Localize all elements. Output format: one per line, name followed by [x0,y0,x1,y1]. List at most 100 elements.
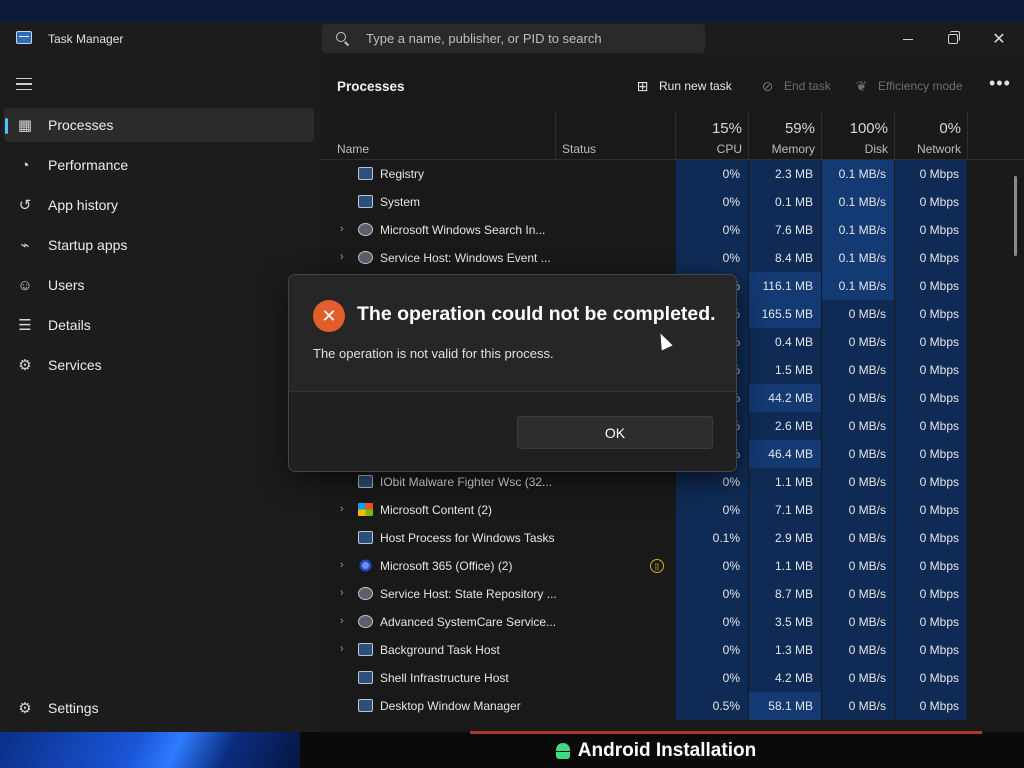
process-name: Microsoft Content (2) [380,503,493,517]
sidebar-item-processes[interactable]: ▦ Processes [4,108,314,142]
search-input[interactable] [366,24,696,53]
process-name: Registry [380,167,425,181]
expand-chevron-icon[interactable]: › [340,615,344,627]
column-disk[interactable]: Disk [822,142,888,156]
column-network[interactable]: Network [895,142,961,156]
expand-chevron-icon[interactable]: › [340,559,344,571]
process-icon [358,559,373,572]
end-task-label: End task [784,79,831,93]
desktop-wallpaper [0,732,300,768]
run-new-task-label: Run new task [659,79,732,93]
network-cell: 0 Mbps [895,524,967,552]
memory-cell: 3.5 MB [749,608,821,636]
memory-cell: 2.3 MB [749,160,821,188]
process-icon [358,195,373,208]
sidebar-item-label: Services [48,357,102,373]
sidebar-item-label: Performance [48,157,129,173]
startup-icon: ⌁ [20,237,30,254]
cpu-cell: 0% [676,188,748,216]
process-name: IObit Malware Fighter Wsc (32... [380,475,553,489]
table-header: Name Status 15% CPU 59% Memory 100% Disk… [320,112,1024,160]
table-row[interactable]: Shell Infrastructure Host 0% 4.2 MB 0 MB/s 0… [320,664,980,692]
table-row[interactable]: › Service Host: State Repository ... 0% 8.7… [320,580,980,608]
hamburger-menu-icon[interactable] [16,78,32,90]
sidebar-item-performance[interactable]: ◔ Performance [4,148,314,182]
network-cell: 0 Mbps [895,412,967,440]
disk-cell: 0 MB/s [822,356,894,384]
cpu-cell: 0.1% [676,524,748,552]
sidebar-item-label: Startup apps [48,237,128,253]
expand-chevron-icon[interactable]: › [340,223,344,235]
more-options-icon[interactable]: ••• [989,73,1011,94]
sidebar-item-startup-apps[interactable]: ⌁ Startup apps [4,228,314,262]
expand-chevron-icon[interactable]: › [340,503,344,515]
network-cell: 0 Mbps [895,468,967,496]
column-name[interactable]: Name [337,142,369,156]
table-row[interactable]: › Microsoft Windows Search In... 0% 7.6 MB 0… [320,216,980,244]
settings-icon: ⚙ [18,700,32,717]
memory-cell: 7.1 MB [749,496,821,524]
network-cell: 0 Mbps [895,496,967,524]
disk-cell: 0 MB/s [822,664,894,692]
cpu-cell: 0% [676,468,748,496]
table-row[interactable]: System 0% 0.1 MB 0.1 MB/s 0 Mbps [320,188,980,216]
memory-cell: 2.9 MB [749,524,821,552]
efficiency-mode-button[interactable]: ❦ Efficiency mode [854,75,963,97]
process-icon [358,475,373,488]
disk-cell: 0.1 MB/s [822,244,894,272]
network-cell: 0 Mbps [895,160,967,188]
table-row[interactable]: IObit Malware Fighter Wsc (32... 0% 1.1 MB… [320,468,980,496]
memory-cell: 7.6 MB [749,216,821,244]
ok-button[interactable]: OK [517,416,713,449]
column-divider [967,112,968,160]
restore-button[interactable] [930,22,976,56]
memory-cell: 1.3 MB [749,636,821,664]
table-row[interactable]: › Microsoft Content (2) 0% 7.1 MB 0 MB/s 0 Mb… [320,496,980,524]
network-cell: 0 Mbps [895,328,967,356]
network-total: 0% [939,120,961,137]
column-cpu[interactable]: CPU [676,142,742,156]
disk-cell: 0 MB/s [822,384,894,412]
minimize-button[interactable] [885,22,931,56]
table-row[interactable]: Registry 0% 2.3 MB 0.1 MB/s 0 Mbps [320,160,980,188]
sidebar-item-services[interactable]: ⚙ Services [4,348,314,382]
error-icon: ✕ [313,300,345,332]
table-row[interactable]: Host Process for Windows Tasks 0.1% 2.9 MB… [320,524,980,552]
expand-chevron-icon[interactable]: › [340,643,344,655]
disk-cell: 0 MB/s [822,552,894,580]
cpu-cell: 0% [676,636,748,664]
expand-chevron-icon[interactable]: › [340,587,344,599]
dialog-content: ✕ The operation could not be completed. … [289,275,736,391]
disk-cell: 0 MB/s [822,496,894,524]
end-task-button[interactable]: ⊘ End task [760,75,831,97]
table-row[interactable]: › Microsoft 365 (Office) (2) || 0% 1.1 MB 0 M… [320,552,980,580]
run-new-task-button[interactable]: ⊞ Run new task [635,75,732,97]
process-name: Shell Infrastructure Host [380,671,509,685]
close-button[interactable]: ✕ [976,22,1022,56]
sidebar-item-details[interactable]: ☰ Details [4,308,314,342]
table-row[interactable]: › Background Task Host 0% 1.3 MB 0 MB/s 0 Mbp… [320,636,980,664]
expand-chevron-icon[interactable]: › [340,251,344,263]
scrollbar-thumb[interactable] [1014,176,1017,256]
process-name: Microsoft Windows Search In... [380,223,546,237]
sidebar-item-app-history[interactable]: ↺ App history [4,188,314,222]
disk-cell: 0 MB/s [822,300,894,328]
desktop-top-strip [0,0,1024,22]
column-status[interactable]: Status [562,142,596,156]
table-row[interactable]: › Service Host: Windows Event ... 0% 8.4 MB… [320,244,980,272]
cpu-cell: 0% [676,216,748,244]
table-row[interactable]: Desktop Window Manager 0.5% 58.1 MB 0 MB/s 0… [320,692,980,720]
search-box[interactable] [322,24,705,53]
process-icon [358,251,373,264]
process-icon [358,615,373,628]
disk-cell: 0.1 MB/s [822,188,894,216]
cpu-cell: 0.5% [676,692,748,720]
process-icon [358,531,373,544]
process-name: Background Task Host [380,643,500,657]
table-row[interactable]: › Advanced SystemCare Service... 0% 3.5 MB 0… [320,608,980,636]
sidebar-item-settings[interactable]: ⚙ Settings [4,691,314,725]
column-memory[interactable]: Memory [749,142,815,156]
memory-cell: 8.4 MB [749,244,821,272]
memory-cell: 4.2 MB [749,664,821,692]
sidebar-item-users[interactable]: ☺ Users [4,268,314,302]
